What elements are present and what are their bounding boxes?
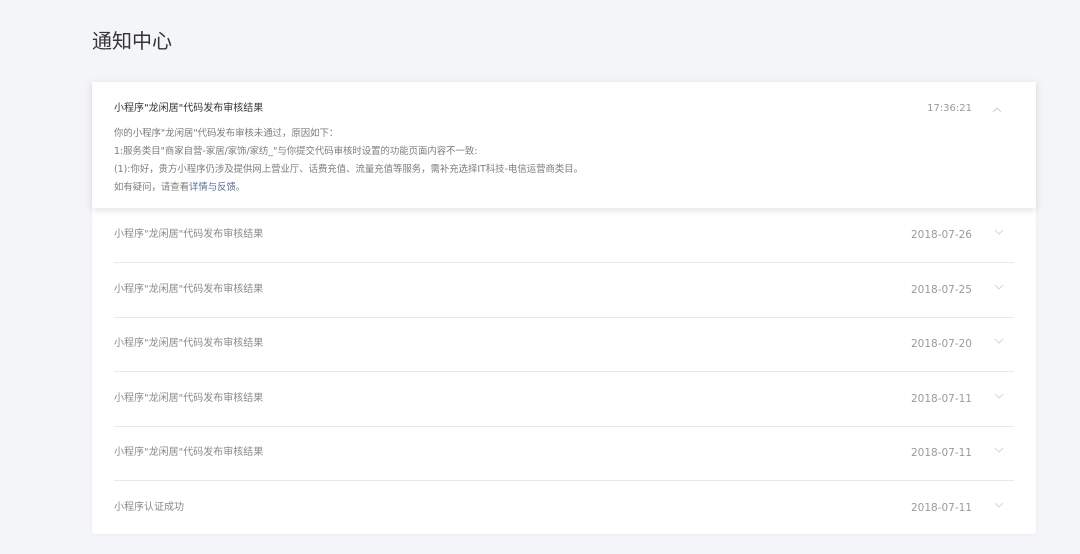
help-prefix: 如有疑问，请查看 [114,182,190,193]
chevron-up-icon[interactable] [992,107,1002,113]
page-title: 通知中心 [92,29,172,53]
details-feedback-link[interactable]: 详情与反馈 [189,182,236,193]
notification-item[interactable]: 小程序"龙闲居"代码发布审核结果 2018-07-26 [114,208,1014,263]
chevron-down-icon[interactable] [994,447,1004,453]
notification-item[interactable]: 小程序"龙闲居"代码发布审核结果 2018-07-20 [114,317,1014,372]
notification-subject: 小程序"龙闲居"代码发布审核结果 [114,338,264,349]
notification-item[interactable]: 小程序认证成功 2018-07-11 [114,481,1014,535]
chevron-down-icon[interactable] [994,338,1004,344]
chevron-down-icon[interactable] [994,502,1004,508]
notification-body-line: (1):你好，贵方小程序仍涉及提供网上营业厅、话费充值、流量充值等服务，需补充选… [114,164,583,175]
notification-date: 2018-07-20 [910,338,972,350]
notification-date: 2018-07-25 [910,284,972,296]
notification-date: 2018-07-11 [910,447,972,459]
chevron-down-icon[interactable] [994,393,1004,399]
notification-date: 2018-07-11 [910,502,972,514]
notification-item[interactable]: 小程序"龙闲居"代码发布审核结果 2018-07-11 [114,372,1014,427]
notification-item[interactable]: 小程序"龙闲居"代码发布审核结果 2018-07-25 [114,263,1014,318]
notification-body-line: 1:服务类目"商家自营-家居/家饰/家纺_"与你提交代码审核时设置的功能页面内容… [114,146,478,157]
notification-body-line: 你的小程序"龙闲居"代码发布审核未通过，原因如下： [114,128,339,139]
notification-date: 2018-07-11 [910,393,972,405]
notification-time: 17:36:21 [927,103,972,114]
notification-body: 你的小程序"龙闲居"代码发布审核未通过，原因如下： 1:服务类目"商家自营-家居… [114,125,954,197]
notification-item[interactable]: 小程序"龙闲居"代码发布审核结果 2018-07-11 [114,426,1014,481]
notification-subject: 小程序"龙闲居"代码发布审核结果 [114,103,264,114]
notification-subject: 小程序"龙闲居"代码发布审核结果 [114,284,264,295]
notification-body-line: 如有疑问，请查看详情与反馈。 [114,179,954,197]
notification-list: 小程序"龙闲居"代码发布审核结果 17:36:21 你的小程序"龙闲居"代码发布… [92,82,1036,534]
help-suffix: 。 [235,182,246,193]
notification-subject: 小程序"龙闲居"代码发布审核结果 [114,447,264,458]
chevron-down-icon[interactable] [994,284,1004,290]
notification-date: 2018-07-26 [910,229,972,241]
notification-item-expanded[interactable]: 小程序"龙闲居"代码发布审核结果 17:36:21 你的小程序"龙闲居"代码发布… [92,82,1036,208]
chevron-down-icon[interactable] [994,229,1004,235]
notification-subject: 小程序"龙闲居"代码发布审核结果 [114,393,264,404]
notification-subject: 小程序"龙闲居"代码发布审核结果 [114,229,264,240]
notification-subject: 小程序认证成功 [114,502,184,513]
